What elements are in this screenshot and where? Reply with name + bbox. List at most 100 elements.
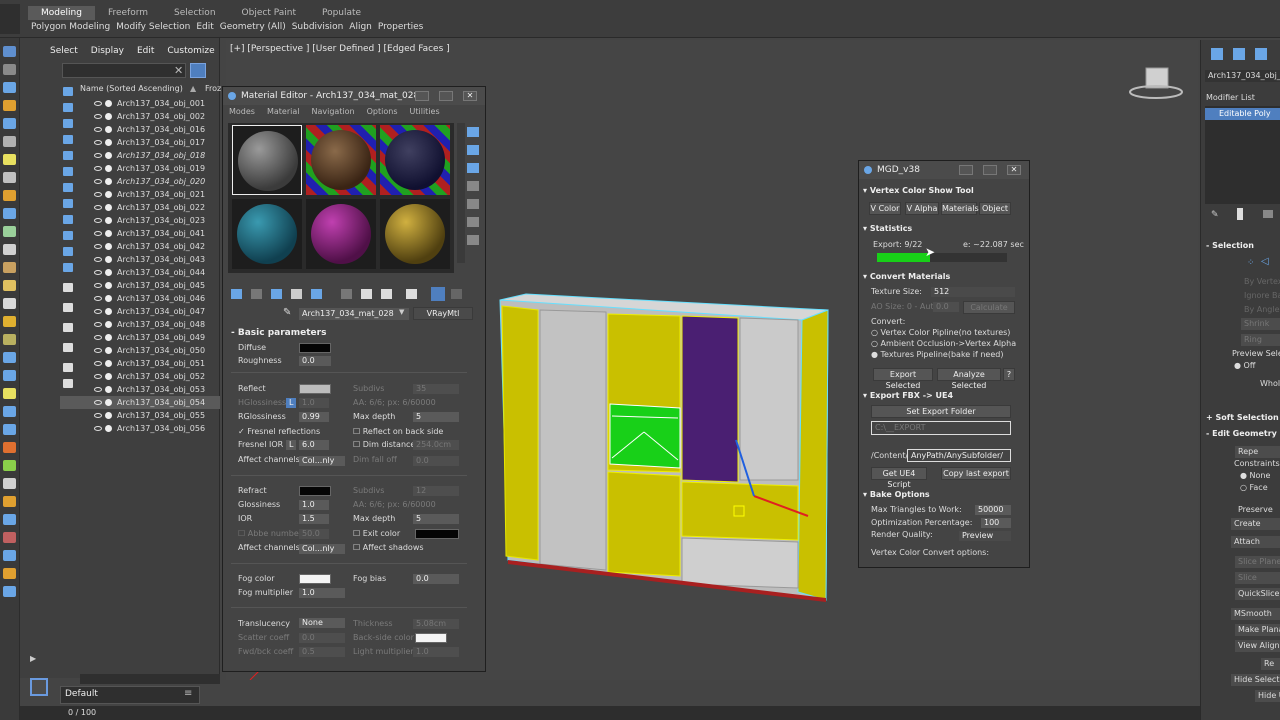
viewcube-icon[interactable] <box>1145 67 1169 89</box>
scene-object-row[interactable]: Arch137_034_obj_016 <box>60 123 220 136</box>
render-icon[interactable] <box>3 352 16 363</box>
visibility-eye-icon[interactable] <box>94 205 102 210</box>
soft-selection-rollout[interactable]: + Soft Selection <box>1203 412 1280 424</box>
sample-slot-1[interactable] <box>232 125 302 195</box>
fog-bias-field[interactable]: 0.0 <box>413 574 459 584</box>
material-editor-titlebar[interactable]: Material Editor - Arch137_034_mat_028 ✕ <box>223 87 485 105</box>
hgloss-lock-button[interactable]: L <box>286 398 296 408</box>
basic-parameters-header[interactable]: - Basic parameters <box>231 328 326 338</box>
edge-mode-icon[interactable]: ◁ <box>1261 256 1269 267</box>
object-name-field[interactable]: Arch137_034_obj_03 <box>1205 70 1280 82</box>
materials-button[interactable]: Materials <box>941 202 979 215</box>
subtab-subdivision[interactable]: Subdivision <box>289 21 347 34</box>
v-alpha-button[interactable]: V Alpha <box>905 202 939 215</box>
app-menu-icon[interactable] <box>0 4 20 34</box>
pin-stack-icon[interactable]: ✎ <box>1211 210 1219 220</box>
geometry-filter-icon[interactable] <box>63 87 73 96</box>
abbe-field[interactable]: 50.0 <box>299 529 329 539</box>
visibility-eye-icon[interactable] <box>94 179 102 184</box>
bake-options-rollout[interactable]: ▾ Bake Options <box>863 489 1015 501</box>
vertex-mode-icon[interactable]: ⁘ <box>1247 258 1255 268</box>
tab-object-paint[interactable]: Object Paint <box>229 6 309 20</box>
visibility-eye-icon[interactable] <box>94 192 102 197</box>
name-dropdown-icon[interactable]: ▼ <box>399 308 404 316</box>
rotate-icon[interactable] <box>3 118 16 129</box>
editable-poly-item[interactable]: Editable Poly <box>1205 108 1280 120</box>
scene-object-row[interactable]: Arch137_034_obj_017 <box>60 136 220 149</box>
get-material-icon[interactable] <box>231 289 242 299</box>
hide-selected-button[interactable]: Hide Selected <box>1231 674 1280 686</box>
create-button[interactable]: Create <box>1231 518 1280 530</box>
export-selected-button[interactable]: Export Selected <box>873 368 933 390</box>
export-path-field[interactable]: C:\__EXPORT <box>871 421 1011 435</box>
schematic-icon[interactable] <box>3 280 16 291</box>
copy-last-export-button[interactable]: Copy last export <box>941 467 1011 480</box>
sample-slot-6[interactable] <box>380 199 450 269</box>
ring-button[interactable]: Ring <box>1241 334 1280 346</box>
optimization-percentage-field[interactable]: 100 <box>981 518 1011 528</box>
sphere-icon[interactable] <box>3 370 16 381</box>
render-setup-icon[interactable] <box>3 316 16 327</box>
visibility-eye-icon[interactable] <box>94 218 102 223</box>
scene-object-row[interactable]: Arch137_034_obj_046 <box>60 292 220 305</box>
statistics-rollout[interactable]: ▾ Statistics <box>863 223 1015 235</box>
layer-stack-icon[interactable]: ≡ <box>184 688 192 699</box>
maximize-button[interactable] <box>439 91 453 101</box>
scene-object-row[interactable]: Arch137_034_obj_054 <box>60 396 220 409</box>
scale-icon[interactable] <box>3 136 16 147</box>
scene-search-input[interactable] <box>62 63 186 78</box>
subtab-polygon-modeling[interactable]: Polygon Modeling <box>28 21 113 34</box>
roughness-field[interactable]: 0.0 <box>299 356 331 366</box>
opt-ambient-occlusion-radio[interactable]: ○ Ambient Occlusion->Vertex Alpha <box>871 339 1016 348</box>
opt-vertex-color-radio[interactable]: ○ Vertex Color Pipline(no textures) <box>871 328 1010 337</box>
options-icon[interactable] <box>467 235 479 245</box>
minimize-button[interactable] <box>415 91 429 101</box>
quickslice-button[interactable]: QuickSlice <box>1235 588 1280 600</box>
shrink-button[interactable]: Shrink <box>1241 318 1280 330</box>
close-button[interactable]: ✕ <box>463 91 477 101</box>
dim-falloff-field[interactable]: 0.0 <box>413 456 459 466</box>
whole-checkbox[interactable]: Whole <box>1257 378 1280 390</box>
help-button[interactable]: ? <box>1003 368 1015 381</box>
helper-icon[interactable] <box>3 424 16 435</box>
scene-object-row[interactable]: Arch137_034_obj_042 <box>60 240 220 253</box>
snap-icon[interactable] <box>3 154 16 165</box>
scene-object-row[interactable]: Arch137_034_obj_055 <box>60 409 220 422</box>
curve-editor-icon[interactable] <box>3 262 16 273</box>
menu-utilities[interactable]: Utilities <box>410 105 440 118</box>
analyze-selected-button[interactable]: Analyze Selected <box>937 368 1001 390</box>
visibility-eye-icon[interactable] <box>94 335 102 340</box>
subtab-geometry[interactable]: Geometry (All) <box>217 21 289 34</box>
put-library-icon[interactable] <box>361 289 372 299</box>
slots-scrollbar[interactable] <box>457 123 465 263</box>
visibility-eye-icon[interactable] <box>94 244 102 249</box>
edit-geometry-rollout[interactable]: - Edit Geometry <box>1203 428 1280 440</box>
timeline[interactable]: 0 / 100 <box>20 706 1280 720</box>
visibility-eye-icon[interactable] <box>94 166 102 171</box>
visibility-eye-icon[interactable] <box>94 127 102 132</box>
viewport-layout-icon[interactable] <box>30 678 48 696</box>
scene-scrollbar[interactable] <box>80 674 220 684</box>
v-color-button[interactable]: V Color <box>869 202 901 215</box>
material-type-button[interactable]: VRayMtl <box>413 307 473 320</box>
fwdbck-field[interactable]: 0.5 <box>299 647 345 657</box>
visibility-eye-icon[interactable] <box>94 322 102 327</box>
visibility-eye-icon[interactable] <box>94 309 102 314</box>
calculate-button[interactable]: Calculate <box>963 301 1015 314</box>
scene-object-row[interactable]: Arch137_034_obj_001 <box>60 97 220 110</box>
go-parent-icon[interactable] <box>451 289 462 299</box>
preserve-uvs-checkbox[interactable]: Preserve <box>1235 504 1280 516</box>
scene-object-row[interactable]: Arch137_034_obj_044 <box>60 266 220 279</box>
create-tab-icon[interactable] <box>1211 48 1223 60</box>
maxscript-icon[interactable] <box>3 568 16 579</box>
show-end-result-icon[interactable] <box>1237 208 1243 220</box>
scene-object-row[interactable]: Arch137_034_obj_051 <box>60 357 220 370</box>
material-icon[interactable] <box>3 298 16 309</box>
glossiness-field[interactable]: 1.0 <box>299 500 329 510</box>
menu-select[interactable]: Select <box>50 46 78 56</box>
plugin-icon[interactable] <box>3 586 16 597</box>
repeat-last-button[interactable]: Repe <box>1235 446 1280 458</box>
slice-button[interactable]: Slice <box>1235 572 1280 584</box>
thickness-field[interactable]: 5.08cm <box>413 619 459 629</box>
motion-icon[interactable] <box>3 496 16 507</box>
